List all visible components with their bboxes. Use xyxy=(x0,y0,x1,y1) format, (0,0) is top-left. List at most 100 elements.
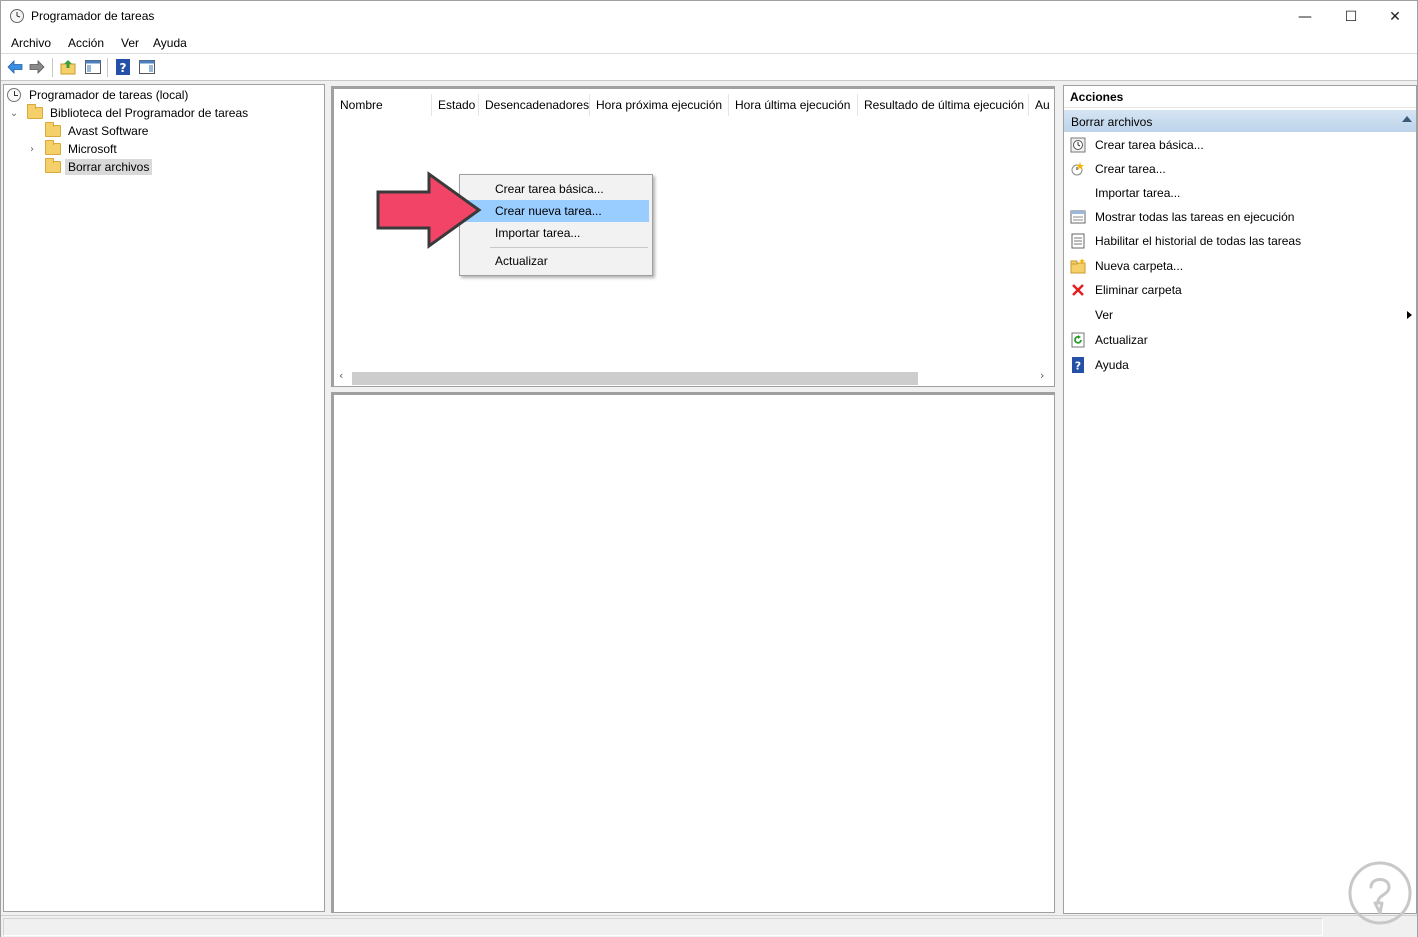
window-title: Programador de tareas xyxy=(31,9,155,23)
action-crear-tarea-basica[interactable]: Crear tarea básica... xyxy=(1070,135,1414,155)
action-actualizar[interactable]: Actualizar xyxy=(1070,330,1414,350)
menu-bar: Archivo Acción Ver Ayuda xyxy=(1,32,1417,54)
task-details-pane xyxy=(331,392,1055,913)
context-menu: Crear tarea básica... Crear nueva tarea.… xyxy=(459,174,653,276)
menu-separator xyxy=(490,247,648,248)
minimize-button[interactable]: — xyxy=(1282,1,1328,32)
tree-item-root[interactable]: Programador de tareas (local) xyxy=(7,86,191,104)
action-eliminar-carpeta[interactable]: Eliminar carpeta xyxy=(1070,280,1414,300)
svg-text:?: ? xyxy=(120,61,127,75)
create-basic-task-icon xyxy=(1070,137,1086,153)
action-ver[interactable]: Ver xyxy=(1070,305,1414,325)
app-window: Programador de tareas — ☐ ✕ Archivo Acci… xyxy=(0,0,1418,937)
folder-icon xyxy=(45,158,61,173)
tree-item-label: Biblioteca del Programador de tareas xyxy=(50,106,249,120)
close-button[interactable]: ✕ xyxy=(1372,1,1418,32)
tree-item-library[interactable]: ⌄ Biblioteca del Programador de tareas xyxy=(9,104,251,122)
action-importar-tarea[interactable]: Importar tarea... xyxy=(1070,183,1414,203)
action-habilitar-historial[interactable]: Habilitar el historial de todas las tare… xyxy=(1070,231,1414,251)
column-header-hora-ultima[interactable]: Hora última ejecución xyxy=(728,94,857,116)
actions-header: Acciones xyxy=(1064,86,1416,108)
actions-pane: Acciones Borrar archivos Crear tarea bás… xyxy=(1063,85,1417,914)
menu-item-importar-tarea[interactable]: Importar tarea... xyxy=(463,222,649,244)
watermark-logo xyxy=(1348,861,1412,925)
actions-section-header[interactable]: Borrar archivos xyxy=(1064,110,1416,132)
tree-item-label: Avast Software xyxy=(68,124,149,138)
status-cell xyxy=(3,918,1323,936)
menu-ver[interactable]: Ver xyxy=(121,36,139,50)
back-icon[interactable] xyxy=(6,58,24,76)
actions-section-label: Borrar archivos xyxy=(1071,115,1153,129)
menu-archivo[interactable]: Archivo xyxy=(11,36,51,50)
expand-chevron-icon[interactable]: ⌄ xyxy=(9,108,19,119)
action-nueva-carpeta[interactable]: Nueva carpeta... xyxy=(1070,256,1414,276)
svg-text:?: ? xyxy=(1075,360,1081,373)
create-task-icon xyxy=(1071,162,1084,176)
help-icon: ? xyxy=(1072,357,1084,373)
action-label: Nueva carpeta... xyxy=(1095,259,1184,273)
action-label: Importar tarea... xyxy=(1095,186,1181,200)
scroll-right-icon[interactable]: › xyxy=(1040,369,1044,382)
pointer-arrow-icon xyxy=(376,171,482,249)
tree-item-avast[interactable]: Avast Software xyxy=(27,122,151,140)
menu-item-crear-tarea-basica[interactable]: Crear tarea básica... xyxy=(463,178,649,200)
action-label: Habilitar el historial de todas las tare… xyxy=(1095,234,1302,248)
toolbar-separator xyxy=(107,58,108,77)
history-icon xyxy=(1071,233,1085,249)
running-tasks-icon xyxy=(1070,210,1086,224)
title-bar: Programador de tareas — ☐ ✕ xyxy=(1,1,1417,32)
task-list-header: Nombre Estado Desencadenadores Hora próx… xyxy=(334,94,1052,116)
help-icon[interactable]: ? xyxy=(114,58,132,76)
delete-icon xyxy=(1072,284,1084,296)
menu-ayuda[interactable]: Ayuda xyxy=(153,36,187,50)
new-folder-icon xyxy=(1070,258,1086,274)
tree-item-label: Programador de tareas (local) xyxy=(29,88,189,102)
status-bar xyxy=(1,915,1417,937)
action-label: Eliminar carpeta xyxy=(1095,283,1182,297)
action-label: Ayuda xyxy=(1095,358,1129,372)
folder-up-icon[interactable] xyxy=(59,58,77,76)
console-tree: Programador de tareas (local) ⌄ Bibliote… xyxy=(3,84,325,912)
action-label: Ver xyxy=(1095,308,1114,322)
tree-item-borrar-archivos[interactable]: Borrar archivos xyxy=(27,158,153,176)
menu-item-crear-nueva-tarea[interactable]: Crear nueva tarea... xyxy=(463,200,649,222)
toolbar-separator xyxy=(52,58,53,77)
action-mostrar-tareas-ejecucion[interactable]: Mostrar todas las tareas en ejecución xyxy=(1070,207,1414,227)
tree-item-microsoft[interactable]: › Microsoft xyxy=(27,140,120,158)
column-header-desencadenadores[interactable]: Desencadenadores xyxy=(478,94,589,116)
clock-icon xyxy=(7,88,21,102)
collapse-up-icon[interactable] xyxy=(1402,116,1412,122)
blank-icon xyxy=(1070,185,1086,201)
scrollbar-thumb[interactable] xyxy=(352,372,918,385)
action-label: Crear tarea... xyxy=(1095,162,1166,176)
maximize-button[interactable]: ☐ xyxy=(1328,1,1374,32)
action-ayuda[interactable]: ? Ayuda xyxy=(1070,355,1414,375)
horizontal-scrollbar[interactable]: ‹ › xyxy=(334,369,1052,386)
action-label: Mostrar todas las tareas en ejecución xyxy=(1095,210,1295,224)
tree-item-label: Borrar archivos xyxy=(65,159,153,175)
folder-icon xyxy=(45,122,61,137)
collapsed-chevron-icon[interactable]: › xyxy=(27,144,37,155)
folder-clock-icon xyxy=(27,104,43,119)
submenu-arrow-icon xyxy=(1407,311,1412,319)
column-header-hora-proxima[interactable]: Hora próxima ejecución xyxy=(589,94,728,116)
scroll-left-icon[interactable]: ‹ xyxy=(339,369,343,382)
column-header-estado[interactable]: Estado xyxy=(431,94,478,116)
show-hide-console-tree-icon[interactable] xyxy=(84,58,102,76)
show-hide-action-pane-icon[interactable] xyxy=(138,58,156,76)
forward-icon[interactable] xyxy=(28,58,46,76)
action-crear-tarea[interactable]: Crear tarea... xyxy=(1070,159,1414,179)
clock-icon xyxy=(10,9,24,23)
blank-icon xyxy=(1070,307,1086,323)
column-header-nombre[interactable]: Nombre xyxy=(334,94,431,116)
menu-accion[interactable]: Acción xyxy=(68,36,104,50)
toolbar: ? xyxy=(1,54,1417,81)
menu-item-actualizar[interactable]: Actualizar xyxy=(463,250,649,272)
action-label: Actualizar xyxy=(1095,333,1148,347)
tree-item-label: Microsoft xyxy=(68,142,117,156)
action-label: Crear tarea básica... xyxy=(1095,138,1204,152)
refresh-icon xyxy=(1071,332,1085,348)
column-header-resultado[interactable]: Resultado de última ejecución xyxy=(857,94,1028,116)
folder-icon xyxy=(45,140,61,155)
column-header-autor[interactable]: Au xyxy=(1028,94,1052,116)
